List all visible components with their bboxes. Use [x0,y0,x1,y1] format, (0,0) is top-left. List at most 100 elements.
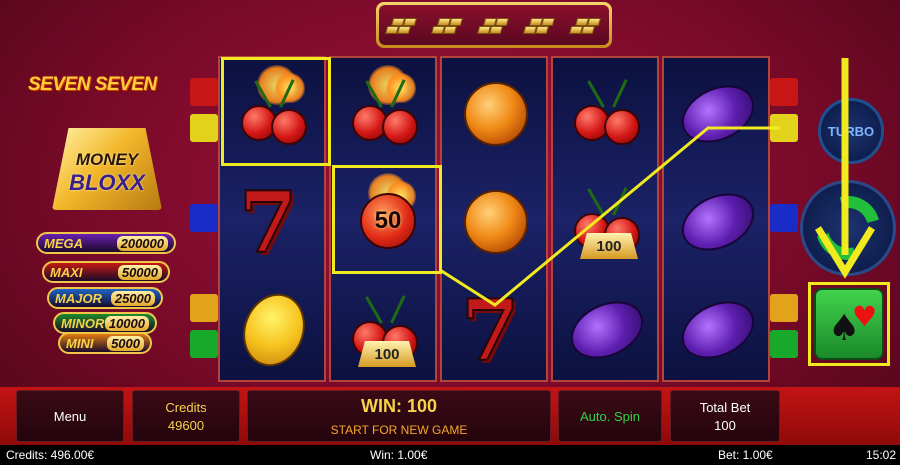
seven-symbol: 7 [453,281,539,380]
reel-cell [224,278,324,382]
control-panel: Menu Credits 49600 WIN: 100 START FOR NE… [0,387,900,445]
payline-marker [770,294,798,322]
jackpot-major: MAJOR 25000 [47,287,163,309]
plum-symbol [672,71,764,157]
cherry-fruit [271,109,307,145]
reel-cell [557,62,657,166]
jackpot-name: MAXI [50,264,83,280]
menu-label: Menu [53,408,87,424]
jackpot-mini: MINI 5000 [58,332,152,354]
payline-marker [770,330,798,358]
jackpot-mega: MEGA 200000 [36,232,176,254]
money-bloxx-logo: MONEY BLOXX [32,126,182,212]
reel-cell [668,278,768,382]
jackpot-name: MINI [66,335,94,351]
total-bet-label: Total Bet [699,399,751,415]
cherry-fruit [382,109,418,145]
reel-3: 7 [440,56,548,382]
logo-bloxx-text: BLOXX [69,170,145,195]
cherry-fruit [604,109,640,145]
jackpot-maxi: MAXI 50000 [42,261,170,283]
turbo-button[interactable]: TURBO [818,98,884,164]
plum-symbol [672,179,764,265]
reel-cell: 7 [446,278,546,382]
seven-seven-logo: SEVEN SEVEN [28,74,157,95]
reel-cell: 100 [557,170,657,274]
orange-symbol [453,71,539,157]
cherry-stem [587,188,605,216]
gold-bar-icon [522,12,557,38]
reel-cell [557,278,657,382]
cherry-100-symbol: 100 [564,179,650,265]
payline-marker [190,114,218,142]
auto-spin-button[interactable]: Auto. Spin [558,390,662,442]
cherry-stem [587,80,605,108]
status-time: 15:02 [866,448,897,462]
status-win: Win: 1.00€ [370,448,428,462]
lemon-fruit [233,284,315,376]
fire-cherry-50-symbol: 50 [342,173,428,265]
gold-bar-100: 100 [358,341,416,367]
fire-cherry-symbol [342,65,428,157]
payline-marker [190,204,218,232]
credits-label: Credits [165,399,207,415]
payline-marker [770,78,798,106]
credits-display: Credits 49600 [132,390,240,442]
total-bet-value: 100 [714,417,736,433]
spin-button[interactable] [800,180,896,276]
logo-money-text: MONEY [75,150,139,169]
heart-icon: ♥ [852,300,878,333]
jackpot-name: MAJOR [55,290,102,306]
seven-glyph: 7 [460,281,520,380]
auto-spin-label: Auto. Spin [580,408,640,424]
gold-bar-icon [430,12,465,38]
jackpot-value: 200000 [116,235,168,251]
jackpot-minor: MINOR 10000 [53,312,157,334]
jackpot-value: 25000 [110,290,155,306]
reel-cell [335,62,435,166]
reel-cell [668,170,768,274]
jackpot-value: 5000 [107,335,144,351]
status-bar: Credits: 496.00€ Win: 1.00€ Bet: 1.00€ 1… [0,445,900,465]
payline-marker [770,204,798,232]
reel-cell: 50 [335,170,435,274]
gold-bar-icon [568,12,603,38]
cherry-symbol [564,71,650,157]
fire-cherry-symbol [231,65,317,157]
seven-symbol: 7 [231,179,317,266]
reel-1: 7 [218,56,326,382]
plum-fruit [672,290,764,370]
reel-5 [662,56,770,382]
status-bet: Bet: 1.00€ [718,448,773,462]
orange-fruit [464,190,528,254]
payline-marker [190,330,218,358]
total-bet-button[interactable]: Total Bet 100 [670,390,780,442]
reel-cell: 100 [335,278,435,382]
orange-symbol [453,179,539,265]
credits-value: 49600 [167,417,205,433]
win-hint: START FOR NEW GAME [330,422,468,437]
cherry-stem [612,187,628,216]
cherry-stem [365,296,383,324]
gold-bar-icon [384,12,419,38]
payline-marker [190,78,218,106]
win-display[interactable]: WIN: 100 START FOR NEW GAME [247,390,551,442]
gold-bars-meter [376,2,612,48]
cherry-stem [390,295,406,324]
lemon-symbol [231,284,317,376]
reel-cell [446,62,546,166]
reel-cell [668,62,768,166]
reel-4: 100 [551,56,659,382]
cherry-stem [612,79,628,108]
game-stage: SEVEN SEVEN MONEY BLOXX MEGA 200000 MAXI 50… [0,0,900,465]
payline-marker [190,294,218,322]
win-amount: WIN: 100 [360,395,438,416]
plum-symbol [561,287,653,373]
gold-bar-100: 100 [580,233,638,259]
jackpot-name: MEGA [44,235,83,251]
gamble-button[interactable]: ♠ ♥ [808,282,890,366]
gold-bar-icon [476,12,511,38]
menu-button[interactable]: Menu [16,390,124,442]
plum-symbol [672,287,764,373]
jackpot-value: 50000 [117,264,162,280]
